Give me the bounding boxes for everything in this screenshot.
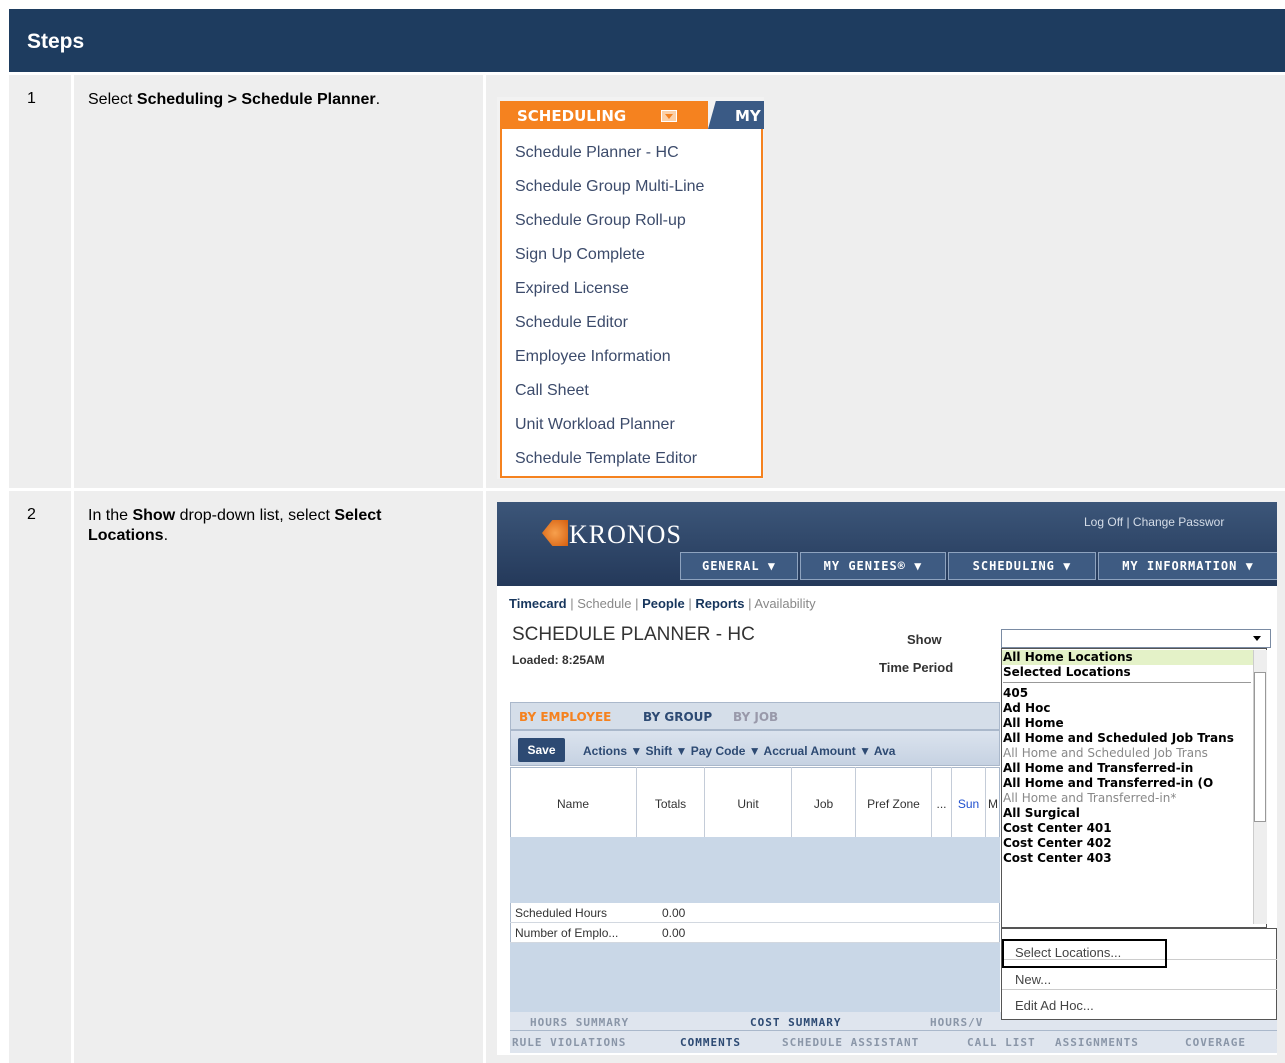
select-locations-callout bbox=[1002, 939, 1167, 968]
step-2-number-cell bbox=[9, 491, 71, 1063]
column-sun[interactable]: Sun bbox=[952, 767, 986, 837]
grid-empty-area bbox=[510, 837, 1000, 903]
tab-by-employee[interactable]: BY EMPLOYEE bbox=[519, 710, 611, 724]
time-period-label: Time Period bbox=[879, 660, 954, 675]
scheduling-tab-label: SCHEDULING bbox=[517, 107, 627, 125]
menu-item-expired-license[interactable]: Expired License bbox=[515, 280, 629, 298]
dropdown-option[interactable]: Ad Hoc bbox=[1003, 701, 1251, 716]
show-select[interactable] bbox=[1001, 629, 1271, 648]
tab-schedule-assistant[interactable]: SCHEDULE ASSISTANT bbox=[782, 1036, 919, 1049]
dropdown-option[interactable]: Cost Center 402 bbox=[1003, 836, 1251, 851]
step-1-number: 1 bbox=[27, 90, 36, 107]
tab-hours-v[interactable]: HOURS/V bbox=[930, 1016, 983, 1029]
dropdown-option[interactable]: All Home and Transferred-in bbox=[1003, 761, 1251, 776]
menu-item-schedule-group-multi-line[interactable]: Schedule Group Multi-Line bbox=[515, 178, 704, 196]
column-unit[interactable]: Unit bbox=[705, 767, 792, 837]
subnav-schedule[interactable]: Schedule bbox=[577, 596, 631, 611]
dropdown-option[interactable]: All Home and Transferred-in (O bbox=[1003, 776, 1251, 791]
subnav-people[interactable]: People bbox=[642, 596, 685, 611]
step-1-instruction: Select Scheduling > Schedule Planner. bbox=[88, 91, 381, 108]
dropdown-option[interactable]: All Surgical bbox=[1003, 806, 1251, 821]
column-mon[interactable]: M bbox=[986, 767, 1000, 837]
menu-item-call-sheet[interactable]: Call Sheet bbox=[515, 382, 589, 400]
step-2-instruction: In the Show drop-down list, select Selec… bbox=[88, 507, 382, 544]
dropdown-divider bbox=[1003, 682, 1251, 683]
row-name: Scheduled Hours bbox=[515, 906, 608, 920]
grid-scroll-area bbox=[510, 943, 1000, 1019]
tab-my-information[interactable]: MY INFORMATION ▼ bbox=[1098, 552, 1277, 580]
column-pref-zone[interactable]: Pref Zone bbox=[856, 767, 932, 837]
step-1-text-cell bbox=[74, 75, 483, 488]
tab-by-group[interactable]: BY GROUP bbox=[643, 710, 712, 724]
tab-general[interactable]: GENERAL ▼ bbox=[680, 552, 798, 580]
toolbar-menus[interactable]: Actions ▼ Shift ▼ Pay Code ▼ Accrual Amo… bbox=[583, 744, 895, 758]
steps-header-title: Steps bbox=[27, 30, 85, 53]
column-job[interactable]: Job bbox=[792, 767, 856, 837]
dropdown-option[interactable]: All Home and Scheduled Job Trans bbox=[1003, 731, 1251, 746]
edit-ad-hoc-option[interactable]: Edit Ad Hoc... bbox=[1015, 998, 1094, 1013]
column-totals[interactable]: Totals bbox=[637, 767, 705, 837]
dropdown-option[interactable]: Cost Center 403 bbox=[1003, 851, 1251, 866]
column-name[interactable]: Name bbox=[510, 767, 637, 837]
tab-assignments[interactable]: ASSIGNMENTS bbox=[1055, 1036, 1139, 1049]
step-1-number-cell bbox=[9, 75, 71, 488]
my-tab-label: MY bbox=[735, 107, 761, 125]
tab-scheduling[interactable]: SCHEDULING ▼ bbox=[948, 552, 1096, 580]
save-button[interactable]: Save bbox=[518, 738, 565, 762]
kronos-logo: KRONOS bbox=[569, 520, 682, 549]
menu-item-employee-information[interactable]: Employee Information bbox=[515, 348, 671, 366]
chevron-down-icon[interactable] bbox=[661, 110, 677, 122]
tab-my-genies[interactable]: MY GENIES® ▼ bbox=[800, 552, 946, 580]
tab-rule-violations[interactable]: RULE VIOLATIONS bbox=[512, 1036, 626, 1049]
tab-by-job[interactable]: BY JOB bbox=[733, 710, 778, 724]
row-name: Number of Emplo... bbox=[515, 926, 619, 940]
menu-item-schedule-group-roll-up[interactable]: Schedule Group Roll-up bbox=[515, 212, 686, 230]
menu-item-schedule-template-editor[interactable]: Schedule Template Editor bbox=[515, 450, 697, 468]
table-row: Scheduled Hours 0.00 bbox=[510, 903, 1000, 923]
menu-item-schedule-planner-hc[interactable]: Schedule Planner - HC bbox=[515, 144, 679, 162]
dropdown-option[interactable]: Selected Locations bbox=[1003, 665, 1251, 680]
row-total: 0.00 bbox=[662, 926, 686, 940]
kronos-screenshot: KRONOS Log Off | Change Passwor GENERAL … bbox=[497, 502, 1277, 1055]
new-option[interactable]: New... bbox=[1015, 972, 1051, 987]
steps-header: Steps bbox=[9, 9, 1285, 72]
scheduling-menu-list: Schedule Planner - HC Schedule Group Mul… bbox=[500, 129, 763, 478]
dropdown-option[interactable]: All Home and Scheduled Job Trans bbox=[1003, 746, 1251, 761]
show-label: Show bbox=[907, 632, 942, 647]
dropdown-option[interactable]: All Home and Transferred-in* bbox=[1003, 791, 1251, 806]
subnav-reports[interactable]: Reports bbox=[695, 596, 744, 611]
chevron-down-icon[interactable] bbox=[1253, 636, 1261, 641]
dropdown-option[interactable]: Cost Center 401 bbox=[1003, 821, 1251, 836]
subnav-availability[interactable]: Availability bbox=[754, 596, 815, 611]
tab-cost-summary[interactable]: COST SUMMARY bbox=[750, 1016, 841, 1029]
step-2-text-cell bbox=[74, 491, 483, 1063]
tab-hours-summary[interactable]: HOURS SUMMARY bbox=[530, 1016, 629, 1029]
dropdown-option[interactable]: 405 bbox=[1003, 686, 1251, 701]
tab-coverage[interactable]: COVERAGE bbox=[1185, 1036, 1246, 1049]
loaded-time: Loaded: 8:25AM bbox=[512, 653, 605, 667]
menu-item-schedule-editor[interactable]: Schedule Editor bbox=[515, 314, 628, 332]
bottom-tabs-row2: RULE VIOLATIONS COMMENTS SCHEDULE ASSIST… bbox=[510, 1030, 1277, 1053]
menu-item-sign-up-complete[interactable]: Sign Up Complete bbox=[515, 246, 645, 264]
subnav: Timecard | Schedule | People | Reports |… bbox=[509, 596, 816, 611]
dropdown-option[interactable]: All Home bbox=[1003, 716, 1251, 731]
page-title: SCHEDULE PLANNER - HC bbox=[512, 624, 755, 645]
dropdown-scroll-thumb[interactable] bbox=[1254, 672, 1266, 822]
row-total: 0.00 bbox=[662, 906, 686, 920]
step-2-number: 2 bbox=[27, 506, 36, 523]
table-row: Number of Emplo... 0.00 bbox=[510, 923, 1000, 943]
dropdown-option[interactable]: All Home Locations bbox=[1003, 650, 1251, 665]
menu-item-unit-workload-planner[interactable]: Unit Workload Planner bbox=[515, 416, 675, 434]
view-tabbar: BY EMPLOYEE BY GROUP BY JOB bbox=[510, 702, 1000, 730]
tab-call-list[interactable]: CALL LIST bbox=[967, 1036, 1036, 1049]
column-more[interactable]: ... bbox=[932, 767, 952, 837]
logoff-link[interactable]: Log Off | Change Passwor bbox=[1084, 515, 1224, 529]
subnav-timecard[interactable]: Timecard bbox=[509, 596, 567, 611]
tab-comments[interactable]: COMMENTS bbox=[680, 1036, 741, 1049]
